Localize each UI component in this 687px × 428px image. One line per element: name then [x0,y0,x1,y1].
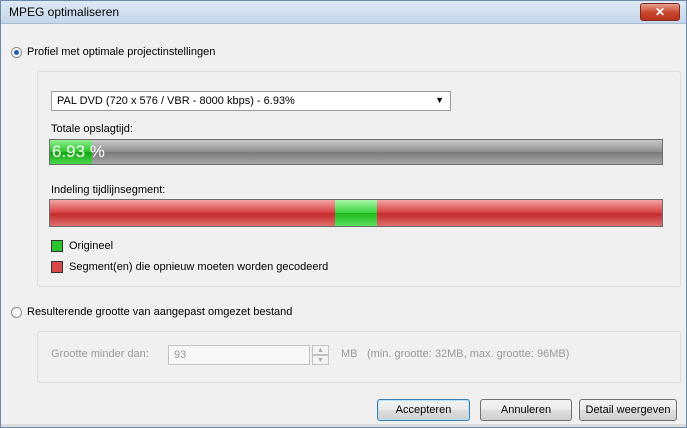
size-unit-label: MB [341,348,358,360]
original-legend-label: Origineel [69,240,114,252]
profile-option[interactable]: Profiel met optimale projectinstellingen [11,46,215,58]
reencode-legend-swatch [51,261,63,273]
size-input[interactable]: 93 [168,345,310,365]
storage-label: Totale opslagtijd: [51,123,133,135]
size-spin-down[interactable]: ▼ [312,355,329,365]
size-input-value: 93 [174,349,187,361]
title-bar: MPEG optimaliseren ✕ [1,1,686,24]
profile-option-label: Profiel met optimale projectinstellingen [27,46,216,58]
cancel-button[interactable]: Annuleren [480,399,572,421]
window-bottom-border [1,424,686,427]
profile-radio[interactable] [11,46,22,58]
dialog-title: MPEG optimaliseren [9,5,120,19]
size-range-info: (min. grootte: 32MB, max. grootte: 96MB) [367,348,570,360]
original-legend-swatch [51,240,63,252]
size-option[interactable]: Resulterende grootte van aangepast omgez… [11,306,292,318]
timeline-original-segment [334,200,378,226]
size-field-label: Grootte minder dan: [51,348,149,360]
profile-select[interactable]: PAL DVD (720 x 576 / VBR - 8000 kbps) - … [51,91,451,111]
details-button[interactable]: Detail weergeven [579,399,677,421]
mpeg-optimize-dialog: MPEG optimaliseren ✕ Profiel met optimal… [0,0,687,428]
storage-progress-bar: 6.93 % [49,139,663,165]
size-option-label: Resulterende grootte van aangepast omgez… [27,306,293,318]
size-radio[interactable] [11,306,22,318]
timeline-label: Indeling tijdlijnsegment: [51,184,166,196]
size-spin-up[interactable]: ▲ [312,345,329,355]
profile-select-value: PAL DVD (720 x 576 / VBR - 8000 kbps) - … [57,95,295,107]
reencode-legend-label: Segment(en) die opnieuw moeten worden ge… [69,261,329,273]
chevron-down-icon: ▼ [435,95,444,105]
close-button[interactable]: ✕ [640,3,680,21]
storage-percent-text: 6.93 % [52,142,105,161]
accept-button[interactable]: Accepteren [377,399,470,421]
timeline-segment-bar [49,199,663,227]
